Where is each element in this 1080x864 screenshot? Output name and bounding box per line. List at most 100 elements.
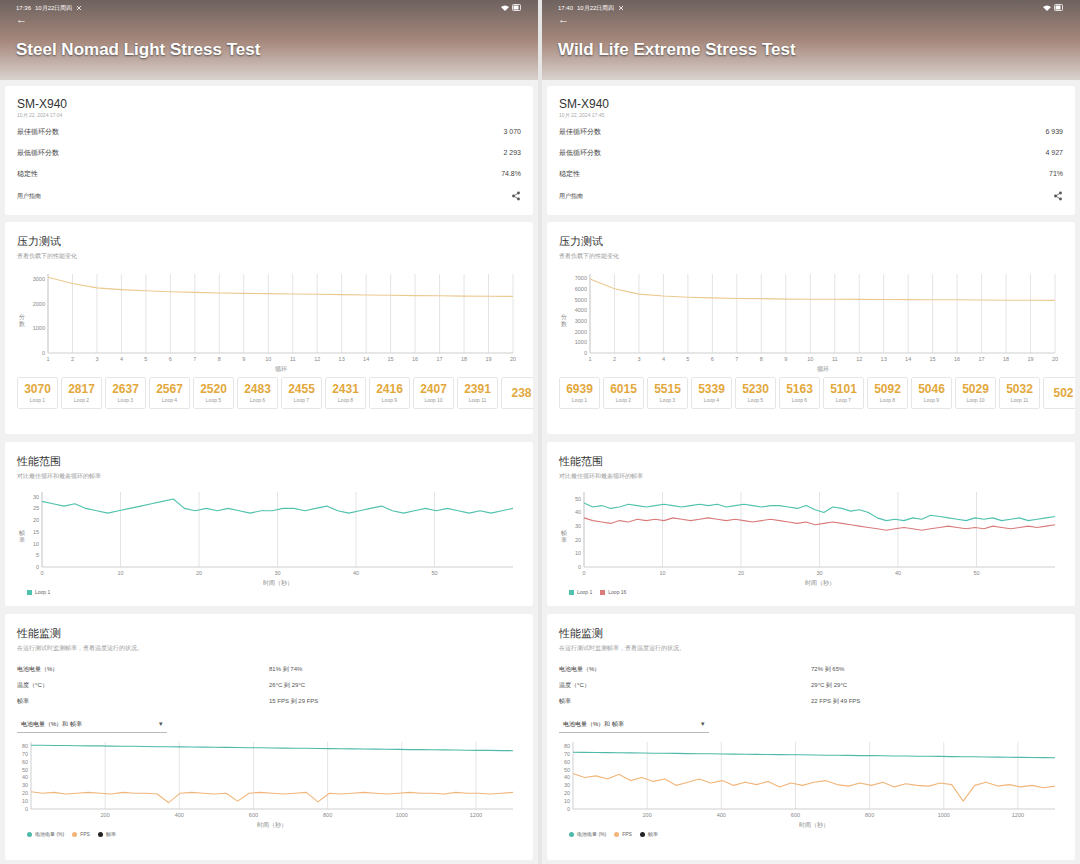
x-tick: 7 (735, 356, 738, 362)
wifi-shape (501, 5, 509, 11)
y-axis-label: 分数 (561, 314, 567, 327)
grid-line (356, 492, 357, 567)
monitor-label: 温度（°C） (559, 681, 811, 690)
card-subtitle: 查看负载下的性能变化 (17, 253, 521, 259)
notification-icon (618, 5, 624, 11)
chart-plot: 0102030405050403020100时间（秒） (568, 487, 1063, 587)
status-time: 17:36 (16, 5, 31, 11)
chart: 2004006008001000120080706050403020100时间（… (17, 737, 521, 829)
legend-swatch (569, 590, 574, 595)
x-tick: 17 (979, 356, 985, 362)
legend-label: FPS (622, 832, 632, 837)
y-tick: 10 (564, 798, 570, 804)
monitor-card: 性能监测在运行测试时监测帧率，查看温度运行的状况。电池电量（%）81% 到 74… (5, 614, 533, 860)
status-right (501, 4, 522, 11)
x-tick: 30 (816, 570, 822, 576)
x-axis (42, 567, 513, 568)
monitor-chart-box: 2004006008001000120080706050403020100时间（… (17, 737, 521, 829)
stat-row: 稳定性74.8% (17, 164, 521, 185)
loop-scores: 3070Loop 12817Loop 22637Loop 32567Loop 4… (17, 377, 533, 409)
y-axis-label-box: 帧率 (559, 487, 568, 587)
series-line (31, 792, 513, 803)
x-tick: 5 (686, 356, 689, 362)
header: 17:4010月22日周四 ← Wild Life Extreme Stress T… (542, 0, 1080, 80)
loop-score-box: 6015Loop 2 (603, 377, 644, 409)
x-tick: 12 (314, 356, 320, 362)
stats: 最佳循环分数6 939最低循环分数4 927稳定性71% (559, 122, 1063, 185)
loop-score-box: 2407Loop 10 (413, 377, 454, 409)
page-title: Wild Life Extreme Stress Test (558, 41, 1064, 58)
grid-line (590, 274, 591, 353)
status-date: 10月22日周四 (577, 5, 614, 11)
grid-line (834, 274, 835, 353)
y-tick: 40 (575, 509, 581, 515)
y-tick: 0 (567, 806, 570, 812)
user-guide-link[interactable]: 用户指南 (17, 192, 41, 201)
loop-score-box: 5029Loop 10 (955, 377, 996, 409)
x-axis (584, 567, 1055, 568)
loop-score: 2520 (200, 383, 227, 395)
y-tick: 20 (575, 537, 581, 543)
x-tick: 3 (637, 356, 640, 362)
x-tick: 1000 (396, 812, 408, 818)
wifi-shape (1043, 5, 1051, 11)
back-button[interactable]: ← (558, 14, 572, 25)
user-guide-link[interactable]: 用户指南 (559, 192, 583, 201)
grid-line (341, 274, 342, 353)
x-tick: 1 (46, 356, 49, 362)
loop-score-box: 2520Loop 5 (193, 377, 234, 409)
monitor-label: 帧率 (559, 697, 811, 706)
grid-line (253, 742, 254, 809)
grid-line (366, 274, 367, 353)
grid-line (434, 492, 435, 567)
monitor-value: 15 FPS 到 29 FPS (269, 697, 521, 706)
x-axis-label: 循环 (817, 366, 829, 372)
legend-label: 帧率 (106, 832, 116, 837)
y-tick: 0 (36, 564, 39, 570)
grid-line (662, 492, 663, 567)
loop-score-box: 5046Loop 9 (911, 377, 952, 409)
grid-line (1017, 742, 1018, 809)
loop-score-box: 2567Loop 4 (149, 377, 190, 409)
battery-icon (1054, 4, 1064, 11)
x-tick: 6 (711, 356, 714, 362)
metric-dropdown[interactable]: 电池电量（%）和 帧率▾ (17, 717, 167, 733)
y-tick: 80 (22, 743, 28, 749)
monitor-chart-box: 2004006008001000120080706050403020100时间（… (559, 737, 1063, 829)
stat-label: 最低循环分数 (559, 148, 601, 159)
loop-label: Loop 6 (250, 398, 265, 403)
x-axis (590, 353, 1055, 354)
notification-icon (76, 5, 82, 11)
monitor-rows: 电池电量（%）81% 到 74%温度（°C）26°C 到 29°C帧率15 FP… (17, 661, 521, 709)
loop-score: 5339 (698, 383, 725, 395)
loop-label: Loop 3 (118, 398, 133, 403)
loop-score: 5046 (918, 383, 945, 395)
legend-item: 帧率 (98, 832, 116, 837)
y-tick: 20 (22, 790, 28, 796)
monitor-card: 性能监测在运行测试时监测帧率，查看温度运行的状况。电池电量（%）72% 到 65… (547, 614, 1075, 860)
monitor-row: 帧率22 FPS 到 49 FPS (559, 693, 1063, 709)
grid-line (932, 274, 933, 353)
grid-line (638, 274, 639, 353)
status-left: 17:4010月22日周四 (558, 5, 624, 11)
y-tick: 10 (575, 550, 581, 556)
loop-score-box: 6939Loop 1 (559, 377, 600, 409)
loop-label: Loop 8 (338, 398, 353, 403)
share-icon[interactable] (511, 191, 521, 201)
y-tick: 30 (564, 782, 570, 788)
x-tick: 15 (388, 356, 394, 362)
x-axis-label: 时间（秒） (805, 580, 835, 587)
grid-line (105, 742, 106, 809)
legend-label: FPS (80, 832, 90, 837)
chart-plot: 1234567891011121314151617181920700060005… (568, 269, 1063, 373)
loop-label: Loop 9 (382, 398, 397, 403)
summary-card: SM-X94010月 22, 2024 17:45最佳循环分数6 939最低循环… (547, 86, 1075, 215)
share-icon[interactable] (1053, 191, 1063, 201)
loop-label: Loop 1 (572, 398, 587, 403)
back-button[interactable]: ← (16, 14, 30, 25)
y-tick: 4000 (575, 307, 587, 313)
x-tick: 16 (412, 356, 418, 362)
timestamp: 10月 22, 2024 17:04 (17, 113, 521, 118)
metric-dropdown[interactable]: 电池电量（%）和 帧率▾ (559, 717, 709, 733)
grid-line (390, 274, 391, 353)
